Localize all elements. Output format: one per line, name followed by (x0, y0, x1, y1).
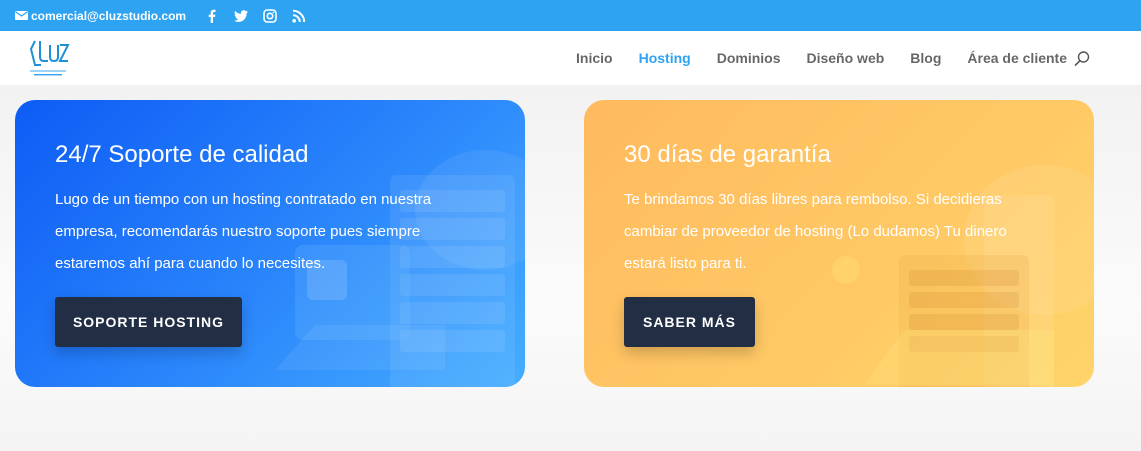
support-text: Lugo de un tiempo con un hosting contrat… (55, 191, 432, 272)
nav-item-blog[interactable]: Blog (910, 50, 941, 66)
main-nav: Inicio Hosting Dominios Diseño web Blog … (550, 31, 1087, 85)
nav-item-inicio[interactable]: Inicio (576, 50, 613, 66)
facebook-icon[interactable] (204, 8, 220, 24)
logo-icon (29, 40, 70, 76)
search-icon[interactable] (1073, 50, 1091, 68)
support-hosting-button[interactable]: SOPORTE HOSTING (55, 297, 242, 347)
rss-icon[interactable] (291, 8, 307, 24)
twitter-icon[interactable] (233, 8, 249, 24)
nav-item-area-cliente[interactable]: Área de cliente (967, 50, 1067, 66)
email-text: comercial@cluzstudio.com (31, 8, 187, 23)
nav-item-diseno-web[interactable]: Diseño web (806, 50, 884, 66)
support-card: 24/7 Soporte de calidad Lugo de un tiemp… (15, 100, 525, 387)
site-header: Inicio Hosting Dominios Diseño web Blog … (0, 31, 1141, 85)
mail-icon (15, 11, 28, 20)
instagram-icon[interactable] (262, 8, 278, 24)
guarantee-title: 30 días de garantía (624, 141, 831, 168)
saber-mas-button[interactable]: SABER MÁS (624, 297, 755, 347)
nav-item-hosting[interactable]: Hosting (639, 50, 691, 66)
site-logo[interactable] (26, 37, 70, 79)
social-links (204, 8, 320, 24)
nav-item-dominios[interactable]: Dominios (717, 50, 781, 66)
top-bar: comercial@cluzstudio.com (0, 0, 1141, 31)
guarantee-card: 30 días de garantía Te brindamos 30 días… (584, 100, 1094, 387)
contact-email[interactable]: comercial@cluzstudio.com (15, 9, 186, 23)
guarantee-text: Te brindamos 30 días libres para rembols… (624, 191, 1007, 272)
support-title: 24/7 Soporte de calidad (55, 141, 309, 168)
